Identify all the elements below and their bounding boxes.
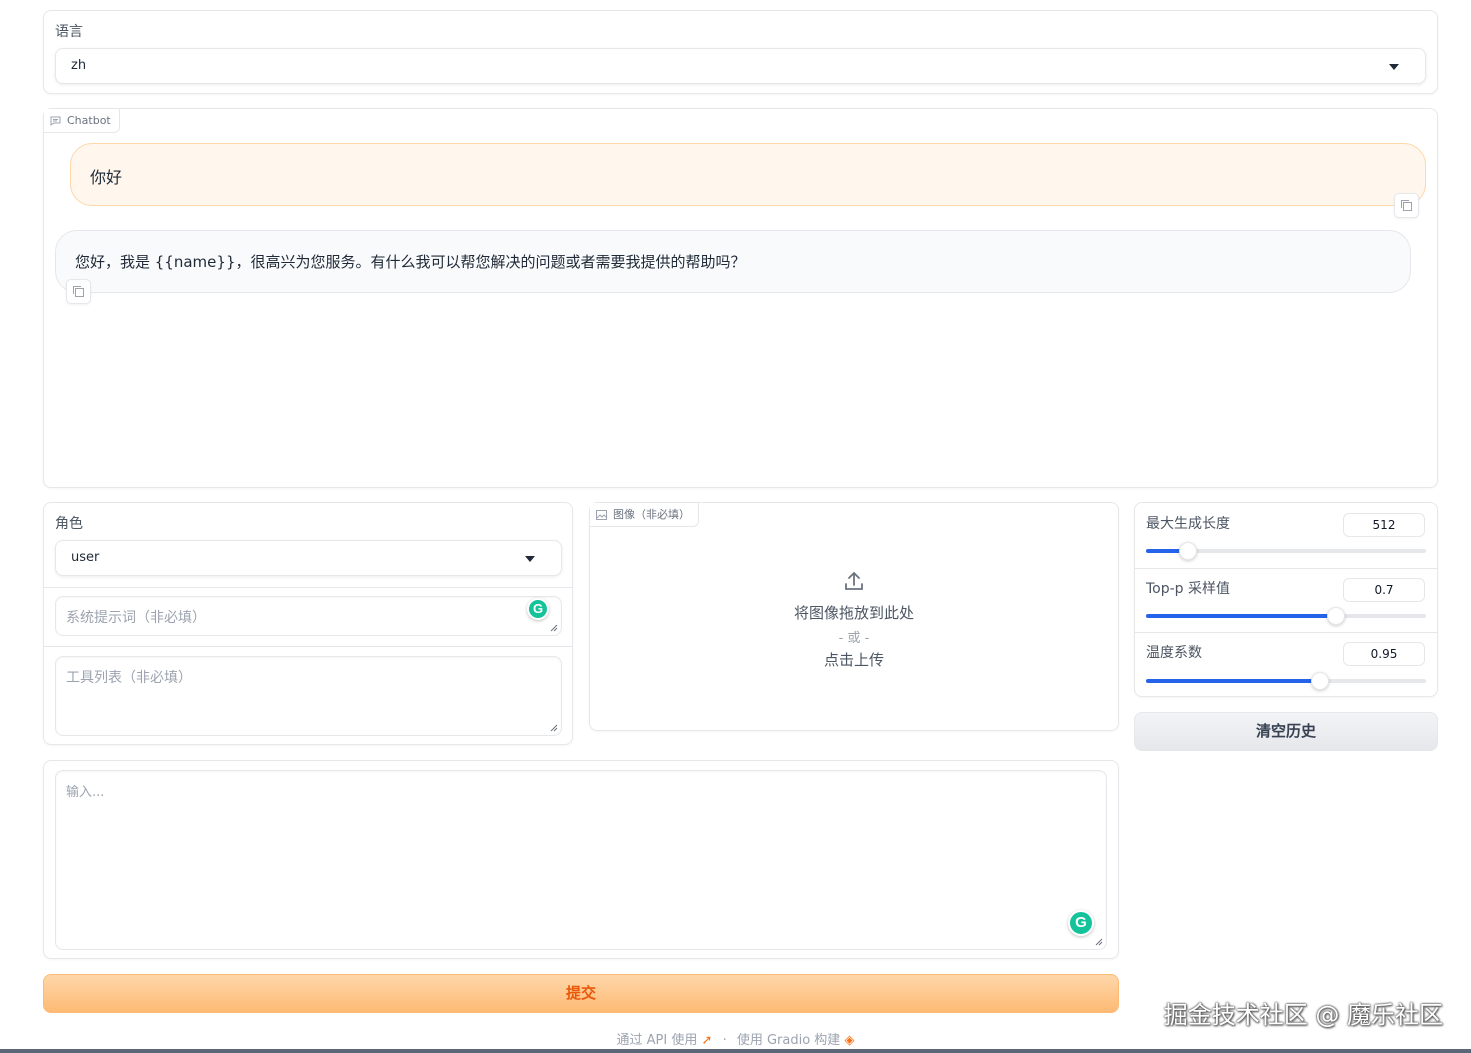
language-label: 语言 — [55, 24, 83, 40]
top-p-number-input[interactable]: 0.7 — [1343, 578, 1425, 602]
temperature-slider[interactable] — [1146, 672, 1426, 690]
copy-assistant-message-button[interactable] — [66, 279, 91, 304]
divider — [44, 646, 572, 647]
slider-thumb[interactable] — [1310, 672, 1329, 690]
temperature-label: 温度系数 — [1146, 645, 1202, 661]
chevron-down-icon — [525, 556, 535, 562]
submit-button[interactable]: 提交 — [43, 974, 1119, 1013]
drop-text: 将图像拖放到此处 — [793, 604, 914, 622]
footer-separator: · — [722, 1033, 727, 1048]
watermark: 掘金技术社区 @ 魔乐社区 — [1163, 1001, 1443, 1029]
assistant-message: 您好，我是 {{name}}，很高兴为您服务。有什么我可以帮您解决的问题或者需要… — [55, 230, 1411, 293]
image-icon — [596, 509, 607, 520]
chatbot-label: Chatbot — [44, 109, 120, 133]
slider-thumb[interactable] — [1179, 542, 1197, 560]
divider — [44, 587, 572, 588]
copy-icon — [73, 286, 84, 297]
parameters-panel: 最大生成长度 512 Top-p 采样值 0.7 温度系数 0.95 — [1134, 502, 1438, 697]
language-block: 语言 zh — [43, 10, 1438, 94]
grammarly-icon[interactable]: G — [527, 598, 549, 620]
max-length-label: 最大生成长度 — [1146, 516, 1230, 532]
image-dropzone[interactable]: 将图像拖放到此处 - 或 - 点击上传 — [589, 560, 1119, 670]
slider-fill — [1146, 679, 1320, 683]
rocket-icon: ➚ — [701, 1033, 713, 1048]
copy-icon — [1401, 200, 1412, 211]
top-p-slider[interactable] — [1146, 607, 1426, 625]
system-prompt-input[interactable]: 系统提示词（非必填） — [55, 596, 562, 636]
resize-handle-icon[interactable] — [1095, 938, 1103, 946]
user-message: 你好 — [70, 143, 1426, 206]
click-upload-text: 点击上传 — [823, 651, 884, 669]
slider-fill — [1146, 614, 1337, 618]
language-dropdown[interactable]: zh — [55, 48, 1426, 84]
chat-icon — [50, 116, 61, 126]
top-p-label: Top-p 采样值 — [1146, 581, 1231, 597]
message-input-placeholder: 输入... — [66, 785, 105, 800]
resize-handle-icon[interactable] — [550, 624, 558, 632]
gradio-logo-icon: ◈ — [844, 1033, 855, 1048]
max-length-number-input[interactable]: 512 — [1343, 513, 1425, 537]
role-dropdown[interactable]: user — [55, 540, 562, 576]
language-value: zh — [71, 58, 87, 73]
slider-thumb[interactable] — [1327, 607, 1346, 625]
role-label: 角色 — [55, 516, 83, 532]
temperature-slider-row: 温度系数 0.95 — [1135, 632, 1437, 697]
clear-history-button[interactable]: 清空历史 — [1134, 712, 1438, 751]
settings-panel: 角色 user 系统提示词（非必填） G 工具列表（非必填） — [43, 502, 573, 745]
gradio-link[interactable]: 使用 Gradio 构建 — [737, 1033, 840, 1048]
image-label: 图像（非必填） — [590, 503, 699, 527]
tools-input[interactable]: 工具列表（非必填） — [55, 656, 562, 736]
bottom-bar — [0, 1049, 1471, 1053]
chevron-down-icon — [1389, 64, 1399, 70]
input-panel: 输入... G — [43, 760, 1119, 959]
grammarly-icon[interactable]: G — [1068, 910, 1094, 936]
upload-icon — [845, 572, 863, 590]
max-length-slider-row: 最大生成长度 512 — [1135, 503, 1437, 568]
system-prompt-placeholder: 系统提示词（非必填） — [66, 610, 206, 626]
api-link[interactable]: 通过 API 使用 — [617, 1033, 698, 1048]
copy-user-message-button[interactable] — [1394, 193, 1419, 218]
message-input[interactable]: 输入... — [55, 770, 1107, 950]
role-value: user — [71, 550, 100, 565]
assistant-message-text: 您好，我是 {{name}}，很高兴为您服务。有什么我可以帮您解决的问题或者需要… — [75, 253, 746, 271]
temperature-number-input[interactable]: 0.95 — [1343, 642, 1425, 666]
or-text: - 或 - — [838, 631, 870, 646]
max-length-slider[interactable] — [1146, 542, 1426, 560]
user-message-text: 你好 — [90, 168, 123, 187]
tools-placeholder: 工具列表（非必填） — [66, 670, 192, 686]
top-p-slider-row: Top-p 采样值 0.7 — [1135, 568, 1437, 633]
resize-handle-icon[interactable] — [550, 724, 558, 732]
footer: 通过 API 使用 ➚ · 使用 Gradio 构建 ◈ — [0, 1029, 1471, 1048]
